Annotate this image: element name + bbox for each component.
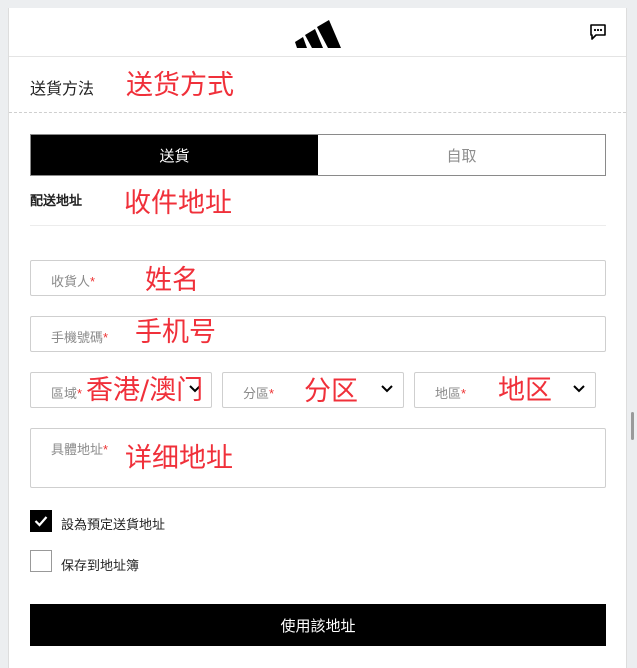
checkout-panel: 送貨方法 送货方式 送貨 自取 配送地址 收件地址 收貨人* 姓名 手機號碼* …: [8, 8, 627, 668]
shipping-address-label: 配送地址: [30, 193, 83, 208]
phone-number-placeholder: 手機號碼*: [51, 330, 109, 345]
district-annotation: 分区: [304, 376, 358, 407]
district-placeholder: 分區*: [243, 386, 275, 401]
divider: [30, 225, 606, 226]
delivery-method-title: 送貨方法: [30, 81, 95, 98]
phone-number-annotation: 手机号: [135, 317, 216, 348]
region-placeholder: 地區*: [435, 386, 467, 401]
use-address-button[interactable]: 使用該地址: [30, 604, 606, 646]
header: [9, 8, 626, 57]
detail-address-field[interactable]: 具體地址* 详细地址: [30, 428, 606, 488]
region-select[interactable]: 地區* 地区: [414, 372, 596, 408]
delivery-method-section: 送貨方法 送货方式: [9, 57, 626, 113]
scrollbar-thumb[interactable]: [631, 412, 634, 440]
adidas-logo[interactable]: [295, 18, 341, 48]
shipping-address-annotation: 收件地址: [124, 188, 232, 219]
detail-address-placeholder: 具體地址*: [51, 442, 109, 457]
area-select[interactable]: 區域* 香港/澳门: [30, 372, 212, 408]
detail-address-annotation: 详细地址: [125, 443, 233, 474]
set-default-checkbox[interactable]: [30, 510, 52, 532]
chevron-down-icon: [573, 385, 585, 393]
recipient-name-placeholder: 收貨人*: [51, 274, 96, 289]
recipient-name-annotation: 姓名: [145, 265, 199, 296]
checkmark-icon: [34, 516, 48, 527]
area-placeholder: 區域*: [51, 386, 83, 401]
delivery-option-button[interactable]: 送貨: [31, 135, 318, 175]
set-default-label[interactable]: 設為預定送貨地址: [61, 514, 165, 533]
delivery-method-annotation: 送货方式: [126, 70, 234, 101]
save-address-label[interactable]: 保存到地址簿: [61, 555, 139, 574]
area-annotation: 香港/澳门: [86, 375, 204, 406]
chevron-down-icon: [381, 385, 393, 393]
delivery-toggle: 送貨 自取: [30, 134, 606, 176]
chat-icon[interactable]: [589, 23, 607, 41]
phone-number-field[interactable]: 手機號碼* 手机号: [30, 316, 606, 352]
recipient-name-field[interactable]: 收貨人* 姓名: [30, 260, 606, 296]
pickup-option-button[interactable]: 自取: [318, 135, 605, 175]
district-select[interactable]: 分區* 分区: [222, 372, 404, 408]
region-annotation: 地区: [498, 375, 552, 406]
save-address-checkbox[interactable]: [30, 550, 52, 572]
